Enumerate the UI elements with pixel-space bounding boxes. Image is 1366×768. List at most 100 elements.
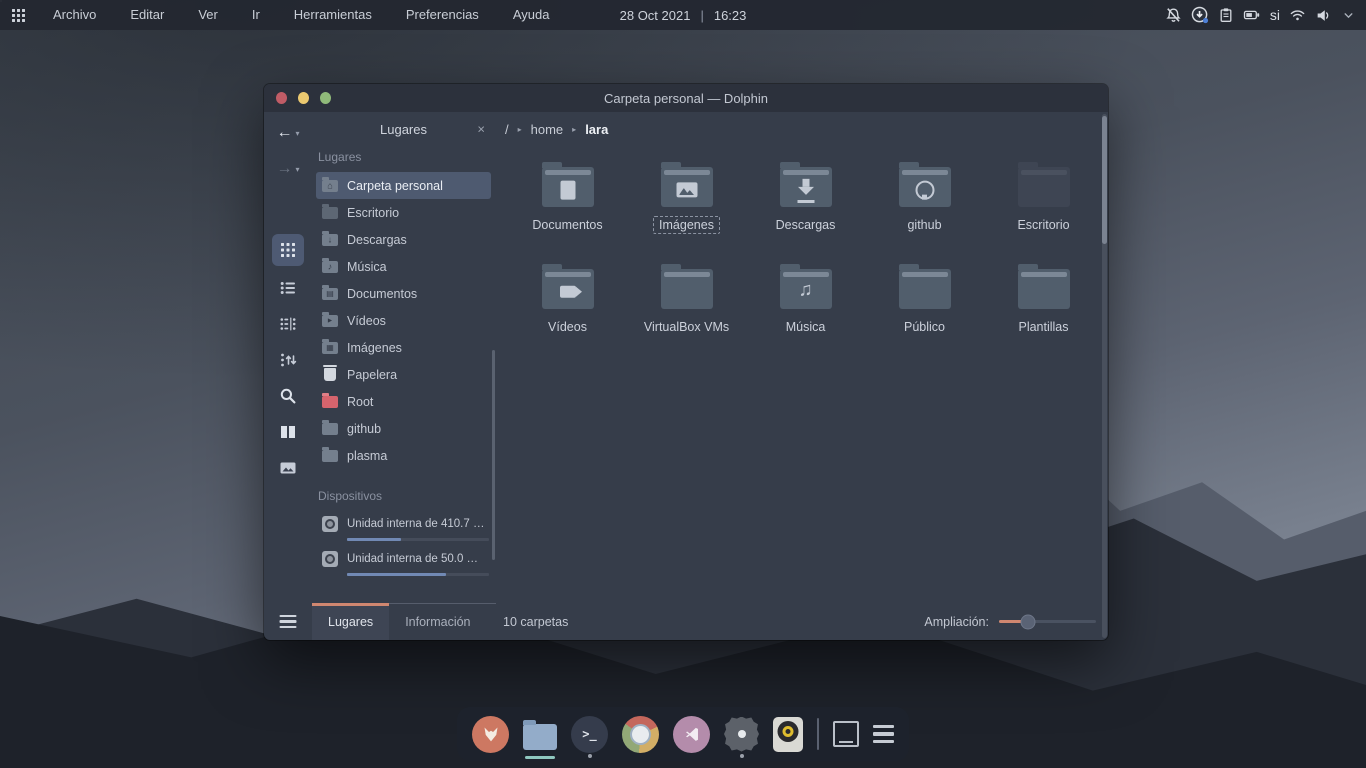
place-musica[interactable]: Música [316, 253, 491, 280]
place-label: Papelera [347, 368, 397, 382]
notifications-muted-icon[interactable] [1165, 7, 1182, 24]
close-panel-icon[interactable]: × [477, 122, 485, 137]
panel-tabbar: Lugares Información [312, 603, 496, 640]
place-descargas[interactable]: Descargas [316, 226, 491, 253]
folder-item-virtualbox-vms[interactable]: VirtualBox VMs [627, 262, 746, 364]
folder-item-documentos[interactable]: Documentos [508, 160, 627, 262]
menu-ayuda[interactable]: Ayuda [496, 0, 567, 30]
menu-preferencias[interactable]: Preferencias [389, 0, 496, 30]
keyboard-layout-indicator[interactable]: si [1270, 7, 1280, 23]
place-carpeta-personal[interactable]: Carpeta personal [316, 172, 491, 199]
breadcrumb-home[interactable]: home [531, 122, 564, 137]
place-root[interactable]: Root [316, 388, 491, 415]
place-videos[interactable]: Vídeos [316, 307, 491, 334]
device-item[interactable]: Unidad interna de 50.0 … [316, 546, 491, 576]
dock-chromium[interactable] [622, 707, 659, 761]
folder-view: / ▸ home ▸ lara Documentos Imágenes Desc… [495, 112, 1108, 640]
folder-label: Escritorio [1011, 216, 1075, 234]
device-label: Unidad interna de 410.7 … [347, 518, 484, 530]
app-launcher-button[interactable] [0, 0, 36, 30]
main-scrollbar-thumb[interactable] [1102, 116, 1107, 244]
maximize-window-button[interactable] [320, 92, 331, 104]
dock-app-menu[interactable] [873, 707, 894, 761]
volume-icon[interactable] [1315, 7, 1332, 24]
close-window-button[interactable] [276, 92, 287, 104]
window-body: ← ▾ → ▾ Lugares × L [264, 112, 1108, 640]
details-view-button[interactable] [272, 273, 304, 302]
split-view-button[interactable] [272, 417, 304, 446]
clock-separator: | [700, 8, 703, 23]
menu-ir[interactable]: Ir [235, 0, 277, 30]
place-documentos[interactable]: Documentos [316, 280, 491, 307]
folder-grid: Documentos Imágenes Descargas github Esc… [495, 146, 1108, 603]
folder-label: Documentos [526, 216, 608, 234]
devices-section-label: Dispositivos [312, 485, 495, 511]
split-view-icon [279, 423, 297, 441]
tab-informacion[interactable]: Información [389, 604, 486, 640]
left-toolbar: ← ▾ → ▾ [264, 112, 312, 640]
app-menu-icon [873, 725, 894, 744]
trash-icon [324, 368, 336, 381]
dock-terminal[interactable]: >_ [571, 707, 608, 761]
dock-vscode[interactable] [673, 707, 710, 761]
menu-herramientas[interactable]: Herramientas [277, 0, 389, 30]
media-player-icon [773, 717, 803, 752]
dock-settings[interactable] [724, 707, 759, 761]
places-panel-title: Lugares [380, 122, 427, 137]
folder-item-plantillas[interactable]: Plantillas [984, 262, 1103, 364]
tab-lugares[interactable]: Lugares [312, 604, 389, 640]
folder-item-descargas[interactable]: Descargas [746, 160, 865, 262]
breadcrumb-root[interactable]: / [505, 122, 509, 137]
compact-view-button[interactable] [272, 309, 304, 338]
back-history-caret-icon: ▾ [295, 129, 299, 138]
window-menu-button[interactable] [280, 615, 297, 629]
icons-view-button[interactable] [272, 234, 304, 266]
dock-file-manager[interactable] [523, 707, 557, 761]
forward-button[interactable]: → ▾ [276, 156, 299, 182]
place-github[interactable]: github [316, 415, 491, 442]
menu-editar[interactable]: Editar [113, 0, 181, 30]
sort-button[interactable] [272, 345, 304, 374]
menu-ver[interactable]: Ver [181, 0, 235, 30]
videos-folder-icon [322, 315, 338, 327]
zoom-slider[interactable] [999, 620, 1096, 623]
github-emblem-icon [915, 180, 934, 199]
devices-list: Unidad interna de 410.7 … Unidad interna… [312, 511, 495, 581]
device-item[interactable]: Unidad interna de 410.7 … [316, 511, 491, 541]
place-papelera[interactable]: Papelera [316, 361, 491, 388]
dock-firefox[interactable] [472, 707, 509, 761]
places-section-label: Lugares [312, 146, 495, 172]
dock-media-player[interactable] [773, 707, 803, 761]
place-plasma[interactable]: plasma [316, 442, 491, 469]
wifi-icon[interactable] [1289, 7, 1306, 23]
menu-archivo[interactable]: Archivo [36, 0, 113, 30]
clock-date: 28 Oct 2021 [620, 8, 691, 23]
folder-label: Vídeos [542, 318, 593, 336]
search-button[interactable] [272, 381, 304, 410]
forward-history-caret-icon: ▾ [295, 165, 299, 174]
place-imagenes[interactable]: Imágenes [316, 334, 491, 361]
preview-button[interactable] [272, 453, 304, 482]
place-label: Vídeos [347, 314, 386, 328]
main-scrollbar[interactable] [1102, 114, 1107, 638]
desktop-folder-icon [1018, 167, 1070, 207]
dock-show-desktop[interactable] [833, 707, 859, 761]
minimize-window-button[interactable] [298, 92, 309, 104]
back-button[interactable]: ← ▾ [276, 120, 299, 146]
battery-icon[interactable] [1243, 7, 1261, 23]
panel-clock[interactable]: 28 Oct 2021 | 16:23 [620, 8, 747, 23]
zoom-slider-knob[interactable] [1021, 614, 1036, 629]
folder-item-github[interactable]: github [865, 160, 984, 262]
updates-icon[interactable] [1191, 6, 1209, 24]
folder-item-imagenes[interactable]: Imágenes [627, 160, 746, 262]
folder-item-publico[interactable]: Público [865, 262, 984, 364]
folder-item-escritorio[interactable]: Escritorio [984, 160, 1103, 262]
clipboard-icon[interactable] [1218, 7, 1234, 23]
expand-tray-icon[interactable] [1341, 8, 1356, 23]
folder-item-videos[interactable]: Vídeos [508, 262, 627, 364]
place-escritorio[interactable]: Escritorio [316, 199, 491, 226]
breadcrumb-current[interactable]: lara [585, 122, 608, 137]
folder-item-musica[interactable]: ♫Música [746, 262, 865, 364]
folder-label: VirtualBox VMs [638, 318, 735, 336]
window-titlebar[interactable]: Carpeta personal — Dolphin [264, 84, 1108, 112]
